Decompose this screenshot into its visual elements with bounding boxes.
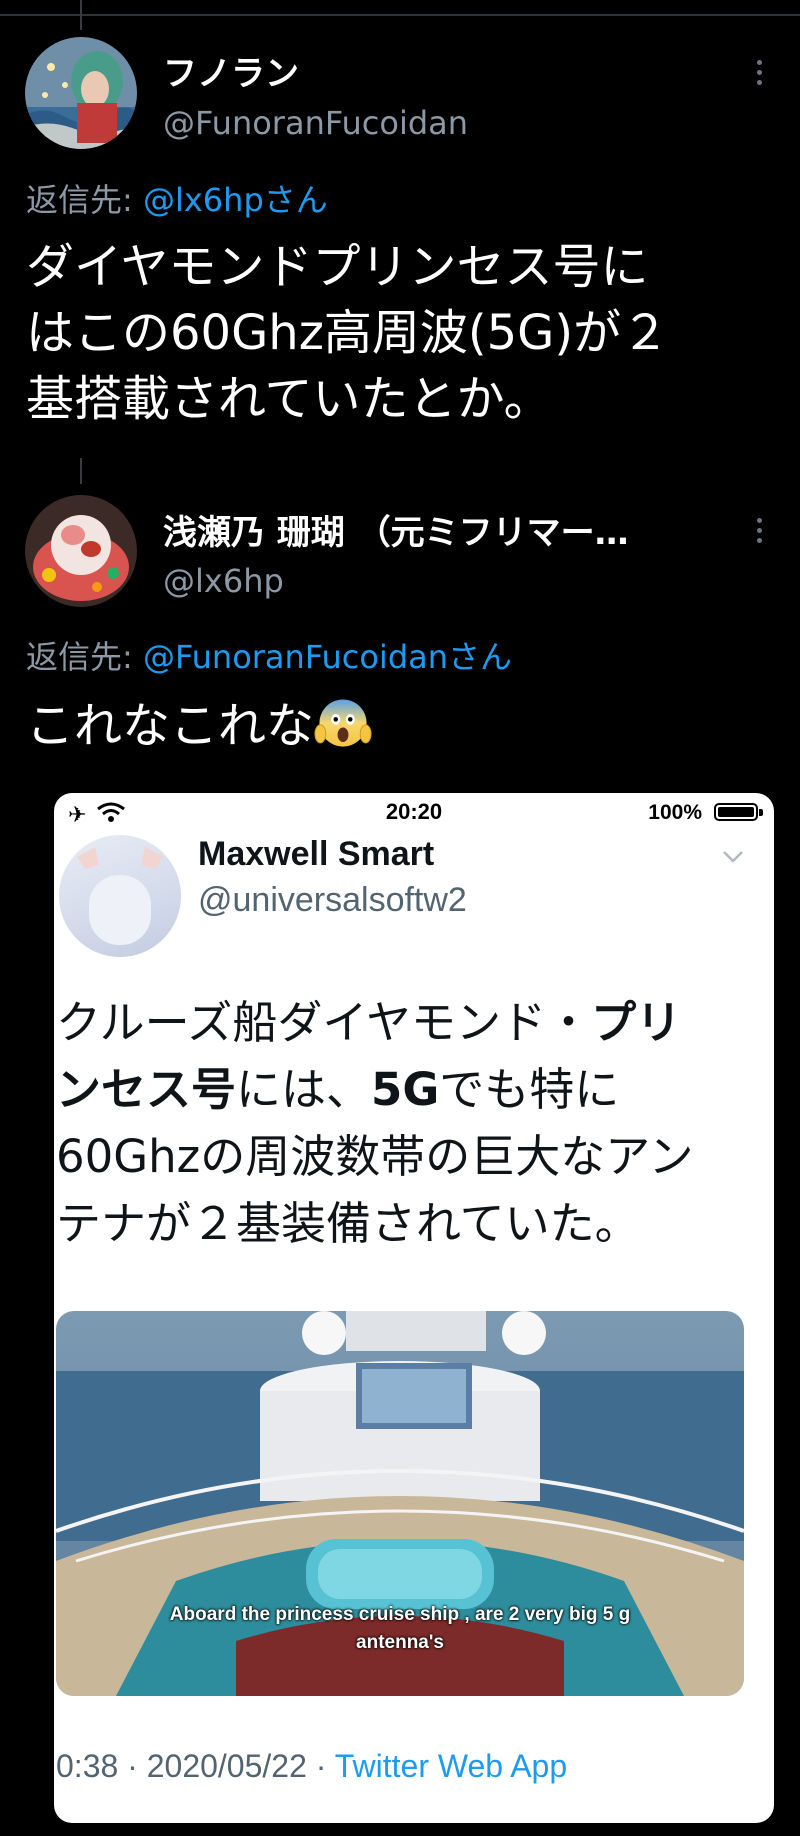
media-caption: Aboard the princess cruise ship , are 2 … — [56, 1601, 744, 1657]
tweet-text-line: 基搭載されていたとか。 — [26, 371, 552, 427]
media-image[interactable]: Aboard the princess cruise ship , are 2 … — [56, 1311, 744, 1696]
chevron-down-icon[interactable] — [720, 843, 746, 869]
avatar[interactable] — [25, 37, 137, 149]
battery-icon — [714, 803, 758, 821]
text-segment-bold: 5G — [371, 1063, 440, 1116]
tweet-text: これなこれな — [26, 693, 786, 759]
avatar[interactable] — [25, 495, 137, 607]
avatar-image — [25, 495, 137, 607]
status-bar: ✈ 20:20 100% — [54, 793, 774, 833]
tweet-text-line: テナが２基装備されていた。 — [56, 1197, 640, 1250]
media-caption-line: Aboard the princess cruise ship , are 2 … — [169, 1604, 631, 1625]
battery-tip — [759, 809, 763, 816]
reply-to-line: 返信先: @FunoranFucoidanさん — [26, 632, 512, 678]
thread-line — [80, 458, 82, 484]
media-caption-line: antenna's — [356, 1632, 444, 1653]
author-name[interactable]: Maxwell Smart — [198, 835, 434, 874]
reply-mention-link[interactable]: @FunoranFucoidanさん — [143, 638, 512, 676]
battery-percent: 100% — [648, 801, 702, 824]
tweet-text-line: はこの60Ghz高周波(5G)が２ — [26, 305, 670, 361]
author-name[interactable]: フノラン — [163, 46, 299, 95]
text-segment: には、 — [236, 1063, 372, 1116]
author-name[interactable]: 浅瀬乃 珊瑚 （元ミフリマー… — [163, 505, 629, 554]
tweet-metadata: 0:38 · 2020/05/22 · Twitter Web App — [56, 1748, 567, 1785]
tweet-text-line: ンセス号には、5Gでも特に — [56, 1056, 756, 1123]
reply-mention-link[interactable]: @lx6hpさん — [143, 181, 328, 219]
tweet-text: クルーズ船ダイヤモンド・プリ ンセス号には、5Gでも特に 60Ghzの周波数帯の… — [56, 989, 756, 1257]
author-handle[interactable]: @FunoranFucoidan — [163, 104, 468, 142]
text-segment: クルーズ船ダイヤモンド・ — [56, 996, 592, 1049]
avatar[interactable] — [59, 835, 181, 957]
avatar-image — [77, 847, 163, 945]
tweet-text-line: クルーズ船ダイヤモンド・プリ — [56, 989, 756, 1056]
more-options-icon[interactable] — [757, 518, 767, 548]
thread-line — [80, 0, 82, 30]
text-segment-bold: プリ — [591, 996, 682, 1049]
reply-to-label: 返信先: — [26, 181, 143, 219]
reply-to-label: 返信先: — [26, 638, 143, 676]
embedded-screenshot[interactable]: ✈ 20:20 100% Maxwell Smart @universalsof… — [54, 793, 774, 1823]
top-divider — [0, 14, 800, 16]
avatar-image — [25, 37, 137, 149]
tweet-text-line: ダイヤモンドプリンセス号に — [26, 239, 649, 295]
more-options-icon[interactable] — [757, 60, 767, 90]
tweet-text-line: 60Ghzの周波数帯の巨大なアン — [56, 1130, 694, 1183]
reply-to-line: 返信先: @lx6hpさん — [26, 175, 328, 221]
tweet-source-link[interactable]: Twitter Web App — [335, 1748, 567, 1784]
screaming-face-icon — [314, 699, 372, 747]
author-handle[interactable]: @lx6hp — [163, 562, 284, 600]
text-segment-bold: ンセス号 — [56, 1063, 237, 1116]
author-handle[interactable]: @universalsoftw2 — [198, 881, 467, 920]
text-segment: でも特に — [439, 1063, 620, 1116]
tweet-text-body: これなこれな — [26, 698, 315, 754]
tweet-timestamp[interactable]: 0:38 · 2020/05/22 · — [56, 1748, 335, 1784]
tweet-text: ダイヤモンドプリンセス号に はこの60Ghz高周波(5G)が２ 基搭載されていた… — [26, 234, 786, 432]
